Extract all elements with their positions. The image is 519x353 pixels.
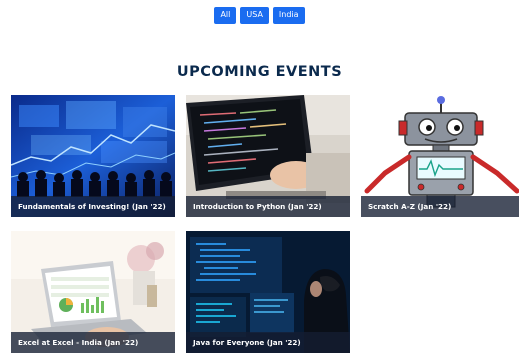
- event-card-caption: Scratch A-Z (Jan '22): [361, 196, 519, 217]
- event-card-caption: Java for Everyone (Jan '22): [186, 332, 350, 353]
- section-title: UPCOMING EVENTS: [176, 64, 343, 80]
- region-filter-bar: All USA India: [0, 7, 519, 24]
- event-card-java[interactable]: Java for Everyone (Jan '22): [186, 231, 350, 353]
- event-card-investing[interactable]: Fundamentals of Investing! (Jan '22): [11, 95, 175, 217]
- event-card-caption: Excel at Excel - India (Jan '22): [11, 332, 175, 353]
- event-card-python[interactable]: Introduction to Python (Jan '22): [186, 95, 350, 217]
- event-card-caption: Introduction to Python (Jan '22): [186, 196, 350, 217]
- filter-all-button[interactable]: All: [214, 7, 237, 24]
- event-card-excel[interactable]: Excel at Excel - India (Jan '22): [11, 231, 175, 353]
- event-card-caption: Fundamentals of Investing! (Jan '22): [11, 196, 175, 217]
- event-card-scratch[interactable]: Scratch A-Z (Jan '22): [361, 95, 519, 217]
- filter-usa-button[interactable]: USA: [240, 7, 269, 24]
- filter-india-button[interactable]: India: [272, 7, 305, 24]
